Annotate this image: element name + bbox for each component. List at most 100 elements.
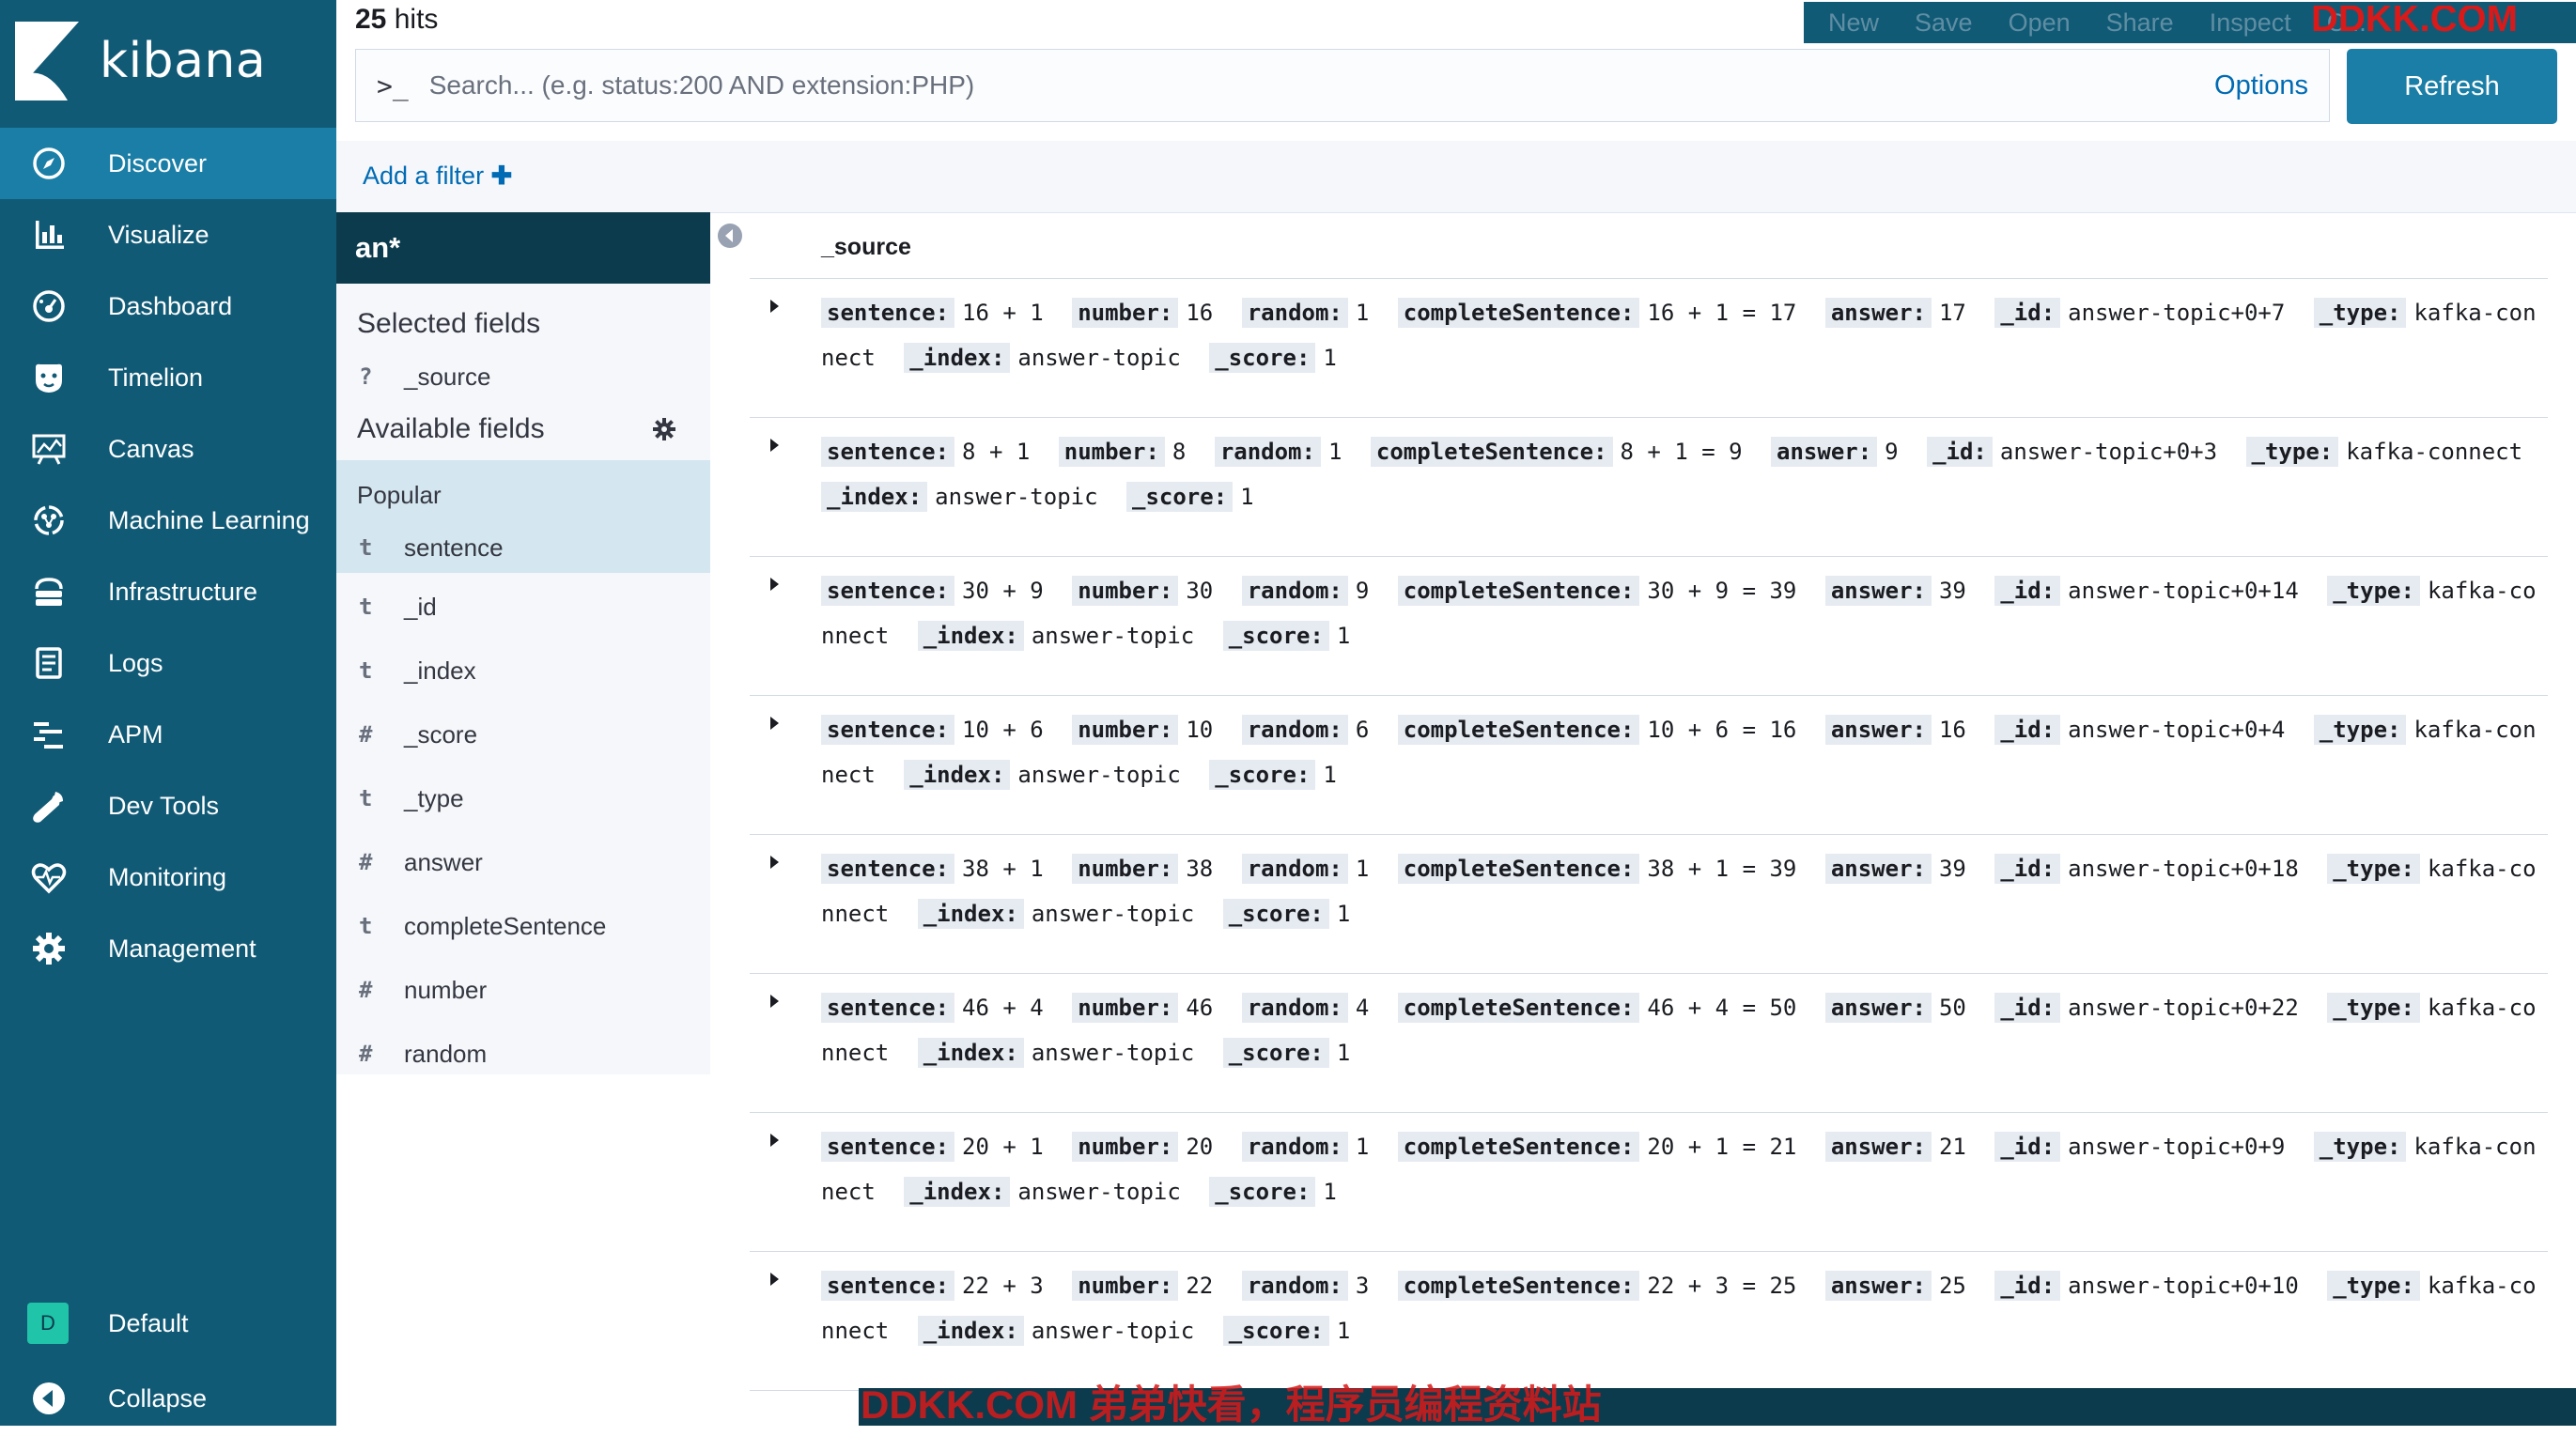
nav-item-canvas[interactable]: Canvas bbox=[0, 413, 336, 485]
field-type-icon: t bbox=[359, 785, 373, 811]
top-menu-item[interactable]: Open bbox=[2009, 8, 2071, 38]
expand-row-caret-icon[interactable] bbox=[770, 717, 779, 730]
top-menu-item[interactable]: Share bbox=[2106, 8, 2174, 38]
nav-item-logs[interactable]: Logs bbox=[0, 627, 336, 699]
expand-row-caret-icon[interactable] bbox=[770, 439, 779, 452]
field-index[interactable]: t _index bbox=[336, 639, 710, 703]
field-value: 1 bbox=[1336, 1040, 1351, 1066]
add-filter-button[interactable]: Add a filter ✚ bbox=[363, 162, 512, 191]
field-key: _id: bbox=[1994, 298, 2061, 328]
document-source: sentence: 8 + 1 number: 8 random: 1 complet… bbox=[821, 429, 2540, 519]
nav-item-dev-tools[interactable]: Dev Tools bbox=[0, 770, 336, 842]
field-value: 50 bbox=[1938, 995, 1966, 1021]
field-type-icon: # bbox=[359, 977, 373, 1003]
field-key: _id: bbox=[1927, 437, 1993, 467]
field-name: answer bbox=[404, 847, 483, 876]
field-random[interactable]: # random bbox=[336, 1022, 710, 1086]
field-value: answer-topic+0+14 bbox=[2068, 578, 2299, 604]
field-value: 1 bbox=[1336, 1318, 1351, 1344]
field-key: answer: bbox=[1824, 298, 1932, 328]
index-pattern-selector[interactable]: an* bbox=[336, 212, 710, 284]
field-key: random: bbox=[1241, 1271, 1348, 1301]
field-score[interactable]: # _score bbox=[336, 703, 710, 766]
field-answer[interactable]: # answer bbox=[336, 830, 710, 894]
machine-learning-icon bbox=[30, 502, 68, 539]
nav-item-dashboard[interactable]: Dashboard bbox=[0, 270, 336, 342]
query-prompt-icon: >_ bbox=[377, 69, 409, 101]
query-options-button[interactable]: Options bbox=[2214, 70, 2308, 101]
popular-field-sentence[interactable]: t sentence bbox=[336, 522, 710, 573]
field-key: _type: bbox=[2313, 715, 2407, 745]
field-value: 10 + 6 bbox=[962, 717, 1044, 743]
nav-item-machine-learning[interactable]: Machine Learning bbox=[0, 485, 336, 556]
field-key: _type: bbox=[2245, 437, 2339, 467]
field-key: answer: bbox=[1771, 437, 1878, 467]
expand-row-caret-icon[interactable] bbox=[770, 1273, 779, 1286]
field-key: sentence: bbox=[821, 854, 955, 884]
field-key: sentence: bbox=[821, 993, 955, 1023]
top-menu-item[interactable]: New bbox=[1828, 8, 1879, 38]
document-source: sentence: 10 + 6 number: 10 random: 6 compl… bbox=[821, 707, 2540, 797]
field-key: random: bbox=[1241, 854, 1348, 884]
field-number[interactable]: # number bbox=[336, 958, 710, 1022]
field-value: answer-topic bbox=[1017, 1179, 1181, 1205]
field-type[interactable]: t _type bbox=[336, 766, 710, 830]
field-key: answer: bbox=[1824, 1132, 1932, 1162]
nav-item-monitoring[interactable]: Monitoring bbox=[0, 842, 336, 913]
field-settings-gear-icon[interactable] bbox=[652, 417, 676, 441]
nav-item-management[interactable]: Management bbox=[0, 913, 336, 984]
field-name: _score bbox=[404, 719, 478, 749]
top-menu-item[interactable]: Inspect bbox=[2210, 8, 2291, 38]
filter-bar: Add a filter ✚ bbox=[336, 141, 2576, 213]
collapse-sidebar-icon[interactable] bbox=[716, 222, 744, 250]
kibana-brand[interactable]: kibana bbox=[15, 19, 266, 103]
expand-row-caret-icon[interactable] bbox=[770, 300, 779, 313]
field-type-icon: t bbox=[359, 534, 373, 561]
nav-item-label: Dashboard bbox=[108, 291, 233, 320]
selected-fields-title: Selected fields bbox=[357, 308, 541, 339]
field-value: 46 + 4 = 50 bbox=[1647, 995, 1797, 1021]
field-value: answer-topic+0+9 bbox=[2068, 1134, 2286, 1160]
expand-row-caret-icon[interactable] bbox=[770, 856, 779, 869]
space-selector[interactable]: D Default bbox=[0, 1286, 336, 1361]
field-value: 3 bbox=[1355, 1273, 1370, 1299]
field-value: 1 bbox=[1323, 345, 1337, 371]
nav-item-discover[interactable]: Discover bbox=[0, 128, 336, 199]
nav-item-timelion[interactable]: Timelion bbox=[0, 342, 336, 413]
field-name: _index bbox=[404, 656, 476, 685]
refresh-button[interactable]: Refresh bbox=[2347, 49, 2557, 124]
field-value: 20 + 1 bbox=[962, 1134, 1044, 1160]
nav-item-infrastructure[interactable]: Infrastructure bbox=[0, 556, 336, 627]
kibana-logo-icon bbox=[15, 22, 79, 100]
document-source: sentence: 16 + 1 number: 16 random: 1 compl… bbox=[821, 290, 2540, 380]
search-input[interactable] bbox=[427, 69, 2215, 101]
timelion-icon bbox=[30, 359, 68, 396]
field-key: answer: bbox=[1824, 854, 1932, 884]
field-value: 20 bbox=[1186, 1134, 1214, 1160]
expand-row-caret-icon[interactable] bbox=[770, 578, 779, 591]
field-key: completeSentence: bbox=[1397, 1132, 1640, 1162]
field-key: _id: bbox=[1994, 715, 2061, 745]
field-value: 4 bbox=[1355, 995, 1370, 1021]
expand-row-caret-icon[interactable] bbox=[770, 1134, 779, 1147]
field-key: _index: bbox=[917, 899, 1024, 929]
field-id[interactable]: t _id bbox=[336, 575, 710, 639]
nav-item-apm[interactable]: APM bbox=[0, 699, 336, 770]
selected-field-source[interactable]: ? _source bbox=[336, 355, 710, 398]
expand-row-caret-icon[interactable] bbox=[770, 995, 779, 1008]
field-value: answer-topic bbox=[1031, 623, 1195, 649]
nav-item-label: Infrastructure bbox=[108, 577, 258, 606]
nav-item-visualize[interactable]: Visualize bbox=[0, 199, 336, 270]
top-menu-item[interactable]: Save bbox=[1915, 8, 1973, 38]
field-value: 1 bbox=[1336, 623, 1351, 649]
field-key: sentence: bbox=[821, 1132, 955, 1162]
field-value: 17 bbox=[1938, 300, 1966, 326]
collapse-nav-button[interactable]: Collapse bbox=[0, 1361, 336, 1436]
field-value: 1 bbox=[1355, 1134, 1370, 1160]
field-value: 46 + 4 bbox=[962, 995, 1044, 1021]
field-completeSentence[interactable]: t completeSentence bbox=[336, 894, 710, 958]
field-value: 38 bbox=[1186, 856, 1214, 882]
add-filter-label: Add a filter bbox=[363, 162, 485, 190]
selected-fields-list: ? _source bbox=[336, 355, 710, 398]
field-value: 16 bbox=[1938, 717, 1966, 743]
